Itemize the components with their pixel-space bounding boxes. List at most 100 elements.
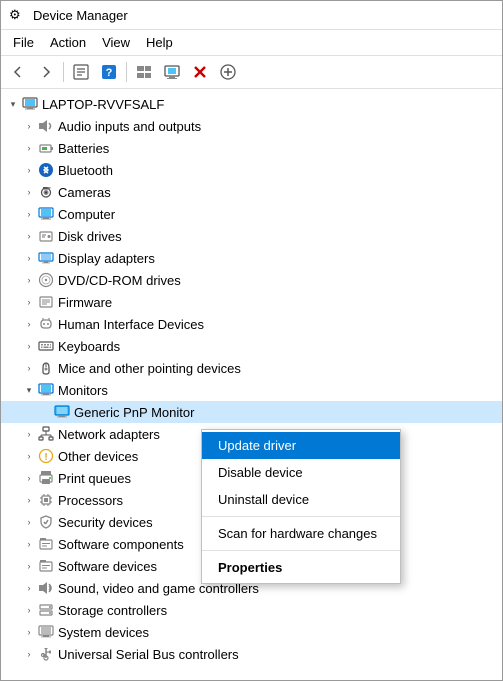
dvd-label: DVD/CD-ROM drives [58, 273, 181, 288]
tree-item-display[interactable]: Display adapters [1, 247, 502, 269]
menu-help[interactable]: Help [138, 32, 181, 53]
display-label: Display adapters [58, 251, 155, 266]
tree-item-batteries[interactable]: Batteries [1, 137, 502, 159]
processors-arrow [21, 492, 37, 508]
other-arrow [21, 448, 37, 464]
remove-button[interactable] [187, 59, 213, 85]
processors-icon [37, 492, 55, 508]
tree-item-disk[interactable]: Disk drives [1, 225, 502, 247]
tree-content: LAPTOP-RVVFSALF Audio inputs and outputs [1, 89, 502, 680]
usb-arrow [21, 646, 37, 662]
security-label: Security devices [58, 515, 153, 530]
display-icon [37, 250, 55, 266]
monitors-icon [37, 382, 55, 398]
firmware-icon [37, 294, 55, 310]
software-dev-icon [37, 558, 55, 574]
security-icon [37, 514, 55, 530]
sound-arrow [21, 580, 37, 596]
tree-item-dvd[interactable]: DVD/CD-ROM drives [1, 269, 502, 291]
generic-pnp-arrow [37, 404, 53, 420]
scan-button[interactable] [159, 59, 185, 85]
view-button[interactable] [131, 59, 157, 85]
system-arrow [21, 624, 37, 640]
bluetooth-label: Bluetooth [58, 163, 113, 178]
svg-text:!: ! [44, 452, 47, 463]
storage-arrow [21, 602, 37, 618]
tree-item-mice[interactable]: Mice and other pointing devices [1, 357, 502, 379]
batteries-icon [37, 140, 55, 156]
tree-item-system[interactable]: System devices [1, 621, 502, 643]
computer-label: Computer [58, 207, 115, 222]
other-icon: ! [37, 448, 55, 464]
generic-pnp-label: Generic PnP Monitor [74, 405, 194, 420]
dvd-arrow [21, 272, 37, 288]
svg-text:?: ? [106, 67, 113, 79]
sound-icon [37, 580, 55, 596]
update-button[interactable] [215, 59, 241, 85]
mice-icon [37, 360, 55, 376]
bluetooth-icon [37, 162, 55, 178]
disk-arrow [21, 228, 37, 244]
cameras-arrow [21, 184, 37, 200]
tree-item-monitors[interactable]: Monitors [1, 379, 502, 401]
mice-label: Mice and other pointing devices [58, 361, 241, 376]
device-manager-window: ⚙ Device Manager File Action View Help [0, 0, 503, 681]
ctx-properties[interactable]: Properties [202, 554, 400, 581]
menu-action[interactable]: Action [42, 32, 94, 53]
software-comp-icon [37, 536, 55, 552]
dvd-icon [37, 272, 55, 288]
audio-label: Audio inputs and outputs [58, 119, 201, 134]
app-icon: ⚙ [9, 7, 25, 23]
monitors-arrow [21, 382, 37, 398]
tree-item-bluetooth[interactable]: Bluetooth [1, 159, 502, 181]
keyboards-arrow [21, 338, 37, 354]
computer-arrow [21, 206, 37, 222]
ctx-disable-device[interactable]: Disable device [202, 459, 400, 486]
network-icon [37, 426, 55, 442]
toolbar-sep-2 [126, 62, 127, 82]
hid-icon [37, 316, 55, 332]
tree-item-storage[interactable]: Storage controllers [1, 599, 502, 621]
display-arrow [21, 250, 37, 266]
tree-item-audio[interactable]: Audio inputs and outputs [1, 115, 502, 137]
network-arrow [21, 426, 37, 442]
processors-label: Processors [58, 493, 123, 508]
system-icon [37, 624, 55, 640]
software-comp-arrow [21, 536, 37, 552]
disk-icon [37, 228, 55, 244]
menu-file[interactable]: File [5, 32, 42, 53]
cameras-icon [37, 184, 55, 200]
tree-item-cameras[interactable]: Cameras [1, 181, 502, 203]
root-expand-arrow [5, 96, 21, 112]
ctx-uninstall-device[interactable]: Uninstall device [202, 486, 400, 513]
properties-button[interactable] [68, 59, 94, 85]
audio-arrow [21, 118, 37, 134]
forward-button[interactable] [33, 59, 59, 85]
print-icon [37, 470, 55, 486]
print-arrow [21, 470, 37, 486]
tree-item-firmware[interactable]: Firmware [1, 291, 502, 313]
context-menu: Update driver Disable device Uninstall d… [201, 429, 401, 584]
mice-arrow [21, 360, 37, 376]
back-button[interactable] [5, 59, 31, 85]
firmware-label: Firmware [58, 295, 112, 310]
tree-item-generic-pnp[interactable]: Generic PnP Monitor [1, 401, 502, 423]
tree-root[interactable]: LAPTOP-RVVFSALF [1, 93, 502, 115]
toolbar: ? [1, 56, 502, 89]
help-button[interactable]: ? [96, 59, 122, 85]
security-arrow [21, 514, 37, 530]
tree-item-computer[interactable]: Computer [1, 203, 502, 225]
tree-item-usb[interactable]: Universal Serial Bus controllers [1, 643, 502, 665]
tree-item-keyboards[interactable]: Keyboards [1, 335, 502, 357]
software-comp-label: Software components [58, 537, 184, 552]
menu-view[interactable]: View [94, 32, 138, 53]
computer-icon [37, 206, 55, 222]
root-label: LAPTOP-RVVFSALF [42, 97, 164, 112]
firmware-arrow [21, 294, 37, 310]
ctx-scan-changes[interactable]: Scan for hardware changes [202, 520, 400, 547]
menu-bar: File Action View Help [1, 30, 502, 56]
storage-label: Storage controllers [58, 603, 167, 618]
tree-item-hid[interactable]: Human Interface Devices [1, 313, 502, 335]
storage-icon [37, 602, 55, 618]
ctx-update-driver[interactable]: Update driver [202, 432, 400, 459]
